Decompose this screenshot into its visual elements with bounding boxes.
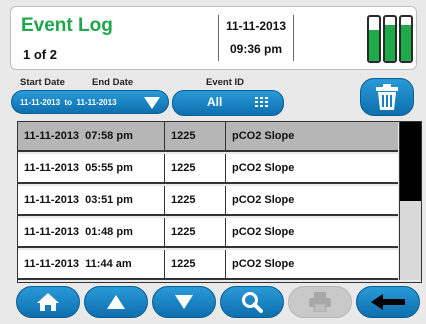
- table-scrollbar[interactable]: [399, 122, 421, 280]
- search-icon: [242, 292, 263, 313]
- battery-bar-2: [383, 15, 397, 63]
- event-id-button[interactable]: All: [172, 90, 284, 116]
- header-panel: Event Log 1 of 2 11-11-2013 09:36 pm: [10, 6, 417, 70]
- battery-bar-3: [399, 15, 413, 63]
- battery-indicator: [367, 15, 413, 63]
- battery-bar-3-fill: [401, 24, 411, 61]
- datetime-display: 11-11-2013 09:36 pm: [218, 15, 294, 61]
- row-datetime: 11-11-2013 01:48 pm: [18, 218, 165, 246]
- down-arrow-icon: [175, 295, 193, 309]
- back-button[interactable]: [356, 286, 420, 318]
- search-button[interactable]: [220, 286, 284, 318]
- current-time: 09:36 pm: [229, 42, 283, 56]
- scrollbar-thumb[interactable]: [400, 122, 421, 201]
- table-row[interactable]: 11-11-2013 05:55 pm 1225 pCO2 Slope: [18, 154, 398, 184]
- chevron-down-icon: [144, 97, 160, 109]
- row-event-name: pCO2 Slope: [232, 162, 295, 174]
- page-title: Event Log: [21, 15, 113, 36]
- start-date-label: Start Date: [20, 77, 65, 88]
- page-indicator: 1 of 2: [23, 47, 57, 62]
- event-id-label: Event ID: [206, 77, 245, 88]
- keypad-icon: [255, 97, 268, 107]
- current-date: 11-11-2013: [225, 19, 287, 33]
- date-range-button[interactable]: 11-11-2013 to 11-11-2013: [11, 90, 169, 114]
- bottom-toolbar: [16, 286, 420, 320]
- scroll-up-button[interactable]: [84, 286, 148, 318]
- row-datetime: 11-11-2013 03:51 pm: [18, 186, 165, 214]
- print-icon: [309, 292, 331, 312]
- trash-icon: [376, 84, 398, 110]
- home-button[interactable]: [16, 286, 80, 318]
- row-event-name: pCO2 Slope: [232, 130, 295, 142]
- table-row[interactable]: 11-11-2013 03:51 pm 1225 pCO2 Slope: [18, 186, 398, 216]
- row-event-id: 1225: [165, 186, 226, 214]
- battery-bar-1: [367, 15, 381, 63]
- delete-button[interactable]: [360, 78, 414, 116]
- battery-bar-1-fill: [369, 30, 379, 61]
- row-event-id: 1225: [165, 218, 226, 246]
- filter-panel: Start Date End Date Event ID 11-11-2013 …: [10, 74, 415, 118]
- row-event-id: 1225: [165, 154, 226, 182]
- date-range-value: 11-11-2013 to 11-11-2013: [20, 97, 117, 107]
- table-row[interactable]: 11-11-2013 11:44 am 1225 pCO2 Slope: [18, 250, 398, 280]
- row-event-id: 1225: [165, 250, 226, 278]
- row-datetime: 11-11-2013 11:44 am: [18, 250, 165, 278]
- row-event-id: 1225: [165, 122, 226, 150]
- event-id-value: All: [207, 95, 223, 109]
- row-event-name: pCO2 Slope: [232, 258, 295, 270]
- table-row[interactable]: 11-11-2013 07:58 pm 1225 pCO2 Slope: [18, 122, 398, 152]
- end-date-label: End Date: [92, 77, 134, 88]
- row-event-name: pCO2 Slope: [232, 226, 295, 238]
- print-button[interactable]: [288, 286, 352, 318]
- row-datetime: 11-11-2013 05:55 pm: [18, 154, 165, 182]
- event-table: 11-11-2013 07:58 pm 1225 pCO2 Slope 11-1…: [17, 121, 422, 283]
- back-arrow-icon: [371, 294, 405, 310]
- up-arrow-icon: [107, 295, 125, 309]
- home-icon: [37, 293, 59, 311]
- scroll-down-button[interactable]: [152, 286, 216, 318]
- row-datetime: 11-11-2013 07:58 pm: [18, 122, 165, 150]
- row-event-name: pCO2 Slope: [232, 194, 295, 206]
- table-row[interactable]: 11-11-2013 01:48 pm 1225 pCO2 Slope: [18, 218, 398, 248]
- battery-bar-2-fill: [385, 24, 395, 61]
